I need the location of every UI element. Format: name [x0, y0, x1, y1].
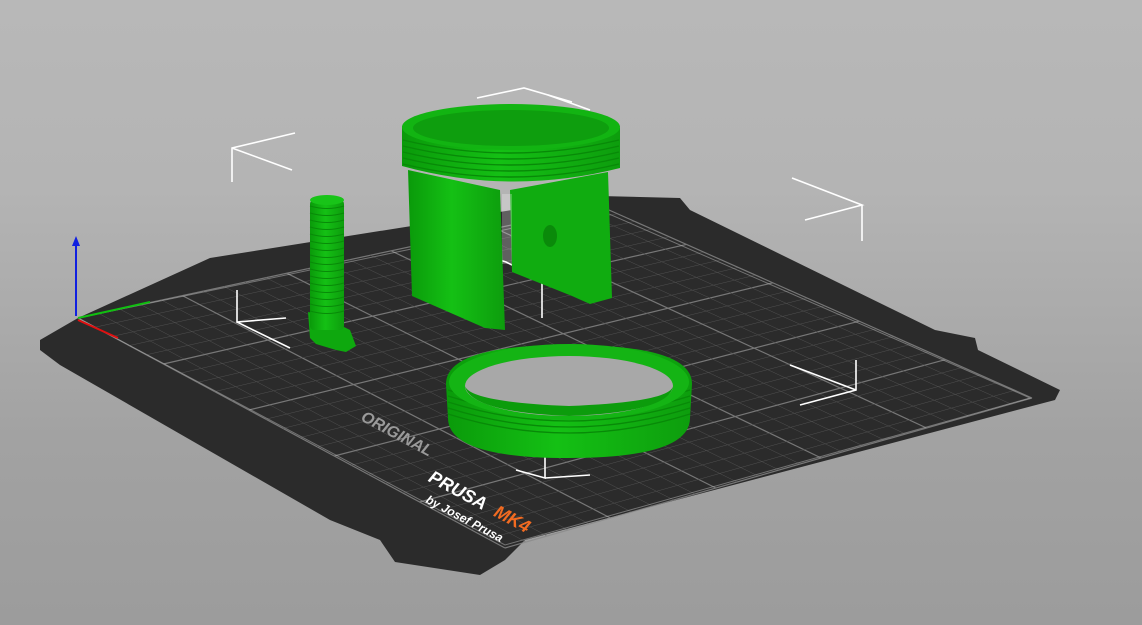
threaded-ring[interactable] — [446, 344, 692, 458]
3d-viewport[interactable]: ORIGINAL PRUSA MK4 by Josef Prusa — [0, 0, 1142, 625]
